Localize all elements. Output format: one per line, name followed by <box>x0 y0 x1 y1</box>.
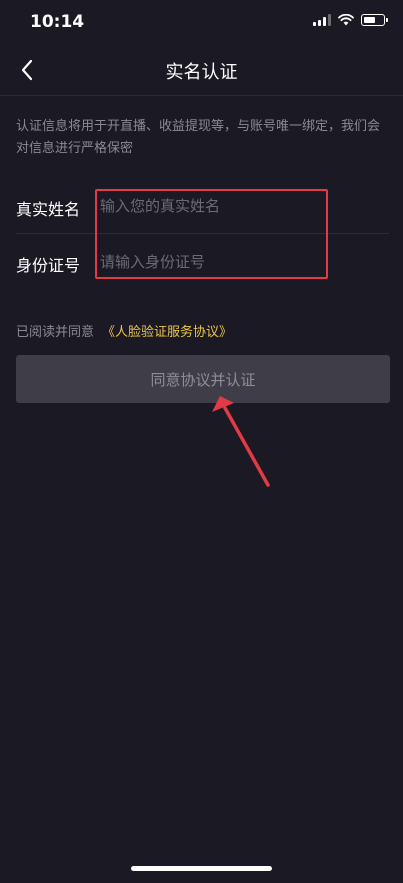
battery-level <box>363 16 375 23</box>
page-title: 实名认证 <box>165 62 238 83</box>
status-time: 10:14 <box>30 12 85 32</box>
screen: 10:14 实名认证 认证信息将用于开直播、收益提现等，与账号唯一绑定，我们会对… <box>0 0 403 883</box>
id-number-row: 身份证号 <box>16 234 389 290</box>
agreement-prefix: 已阅读并同意 <box>16 325 95 340</box>
wifi-icon <box>338 14 354 26</box>
real-name-label: 真实姓名 <box>16 200 81 219</box>
agreement: 已阅读并同意 《人脸验证服务协议》 <box>16 321 232 340</box>
agreement-link[interactable]: 《人脸验证服务协议》 <box>102 325 232 340</box>
battery-icon <box>361 14 388 26</box>
real-name-input[interactable] <box>100 190 380 222</box>
nav-bar: 实名认证 <box>0 44 403 96</box>
id-number-label: 身份证号 <box>16 256 81 275</box>
status-icons <box>313 14 388 26</box>
nav-divider <box>0 95 403 96</box>
cellular-signal-icon <box>313 14 331 26</box>
id-number-input[interactable] <box>100 246 380 278</box>
status-bar: 10:14 <box>0 0 403 44</box>
privacy-notice: 认证信息将用于开直播、收益提现等，与账号唯一绑定，我们会对信息进行严格保密 <box>16 119 381 156</box>
home-indicator <box>131 866 272 871</box>
real-name-row: 真实姓名 <box>16 178 389 234</box>
agree-and-verify-button[interactable]: 同意协议并认证 <box>16 355 390 403</box>
